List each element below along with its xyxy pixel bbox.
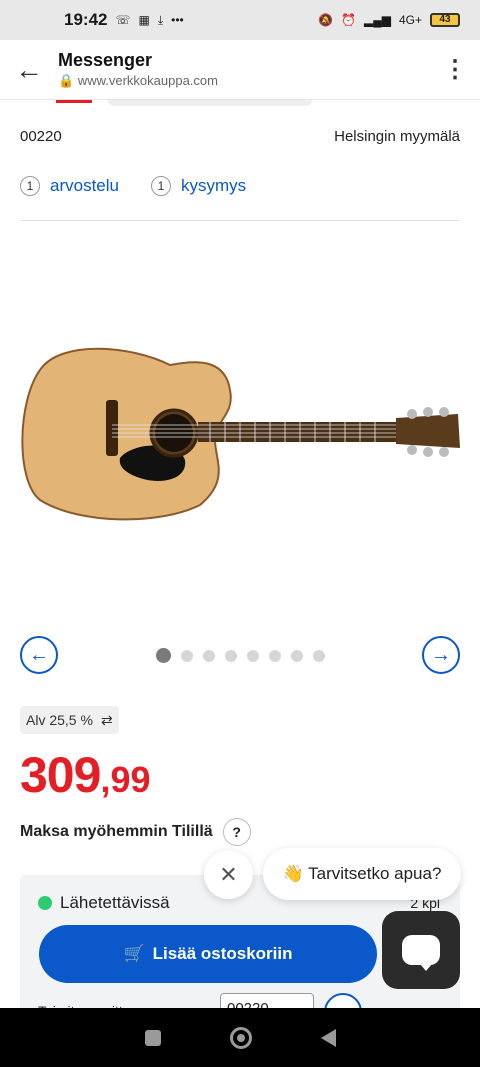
close-icon[interactable]: ✕ [204,850,253,899]
image-carousel-controls: ← → [20,636,460,674]
lock-icon: 🔒 [58,73,75,88]
system-nav-bar [0,1008,480,1067]
page-title: Messenger [58,50,153,70]
chat-open-button[interactable] [382,911,460,989]
carousel-next-icon[interactable]: → [422,636,460,674]
signal-icon: ▂▄▆ [364,13,391,27]
product-meta-row: 00220 Helsingin myymälä [20,128,460,145]
search-bar-remnant [108,100,312,106]
url-text: www.verkkokauppa.com [77,73,218,88]
header-text: Messenger 🔒 www.verkkokauppa.com [58,50,430,89]
carousel-dot[interactable] [291,649,303,662]
status-time: 19:42 [64,10,108,29]
carousel-dot[interactable] [203,649,215,662]
mute-icon: 🔕 [318,13,334,27]
review-count-badge: 1 [20,176,40,196]
vat-toggle[interactable]: Alv 25,5 % ⇄ [20,706,119,734]
in-stock-dot-icon [38,896,52,910]
home-icon[interactable] [229,1026,252,1049]
whatsapp-icon: ☏ [115,13,131,27]
product-code: 00220 [20,128,62,145]
vat-label: Alv 25,5 % [26,712,93,728]
product-price: 309 ,99 [20,746,150,804]
page-tab-strip [0,100,480,114]
carousel-dot[interactable] [225,649,237,662]
battery-icon: 43 [430,13,460,27]
status-bar: 19:42 ☏ ▦ ⤓ ••• 🔕 ⏰ ▂▄▆ 4G+ 43 [0,0,480,40]
recent-apps-icon[interactable] [144,1029,161,1046]
carousel-prev-icon[interactable]: ← [20,636,58,674]
question-count-badge: 1 [150,176,171,196]
alarm-icon: ⏰ [341,13,357,27]
help-question-icon[interactable]: ? [222,818,251,846]
stock-label: Lähetettävissä [60,893,170,912]
carousel-dot[interactable] [313,649,325,662]
price-integer: 309 [20,747,101,803]
active-tab-indicator [56,100,92,103]
add-to-cart-label: Lisää ostoskoriin [152,944,293,963]
pay-later-row: Maksa myöhemmin Tilillä ? [20,818,251,846]
price-decimal: ,99 [100,759,151,800]
pay-later-label: Maksa myöhemmin Tilillä [20,823,213,840]
system-back-icon[interactable] [320,1028,336,1047]
reviews-row: 1 arvostelu 1 kysymys [20,176,246,196]
more-dots-icon: ••• [171,13,184,27]
add-to-cart-button[interactable]: 🛒 Lisää ostoskoriin [39,925,377,983]
questions-link[interactable]: kysymys [181,176,246,196]
basket-icon: 🛒 [123,944,145,963]
status-left-icons: ☏ ▦ ⤓ ••• [115,13,183,28]
product-image-guitar[interactable] [20,330,462,530]
status-right-icons: 🔕 ⏰ ▂▄▆ 4G+ 43 [318,13,460,27]
reviews-link[interactable]: arvostelu [50,176,119,196]
carousel-dot[interactable] [156,648,171,663]
carousel-dot[interactable] [181,649,193,662]
browser-header: ← Messenger 🔒 www.verkkokauppa.com ⋮ [0,40,480,100]
download-icon: ⤓ [157,12,164,27]
chat-bubble-icon [402,935,440,971]
stock-status: Lähetettävissä [38,893,170,913]
swap-arrows-icon: ⇄ [100,711,113,728]
carousel-dots [156,648,325,663]
store-name[interactable]: Helsingin myymälä [334,128,460,145]
back-arrow-icon[interactable]: ← [0,40,58,100]
temu-icon: ▦ [138,13,150,27]
more-menu-icon[interactable]: ⋮ [430,40,480,100]
url-line: 🔒 www.verkkokauppa.com [58,73,430,89]
divider [20,220,460,221]
network-label: 4G+ [398,13,422,27]
carousel-dot[interactable] [269,649,281,662]
chat-help-bubble[interactable]: 👋 Tarvitsetko apua? [263,848,461,900]
carousel-dot[interactable] [247,649,259,662]
